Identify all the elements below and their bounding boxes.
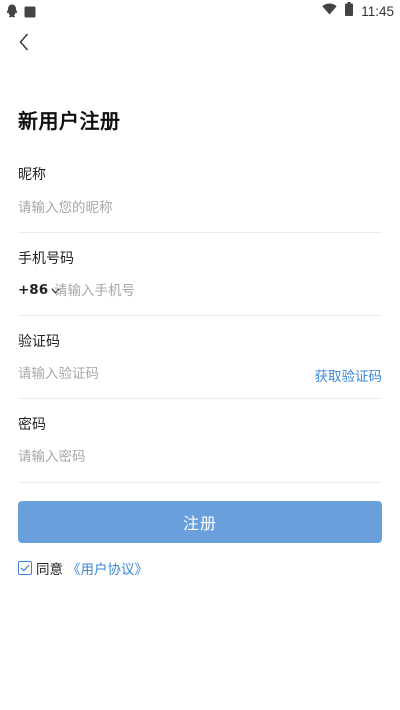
agreement-checkbox[interactable] bbox=[18, 561, 32, 575]
status-right: 11:45 bbox=[322, 2, 394, 20]
back-button[interactable] bbox=[14, 33, 34, 55]
divider bbox=[18, 315, 382, 316]
divider bbox=[18, 482, 382, 483]
password-input[interactable] bbox=[18, 444, 382, 470]
status-left bbox=[6, 3, 36, 22]
battery-icon bbox=[345, 2, 354, 20]
nickname-input[interactable] bbox=[18, 195, 382, 221]
agreement-row: 同意 《用户协议》 bbox=[18, 558, 148, 578]
agreement-prefix: 同意 bbox=[36, 562, 63, 578]
code-label: 验证码 bbox=[18, 334, 60, 350]
code-input[interactable] bbox=[18, 361, 308, 387]
phone-input[interactable] bbox=[54, 278, 382, 304]
status-bar: 11:45 bbox=[0, 0, 400, 22]
status-time: 11:45 bbox=[361, 3, 394, 19]
divider bbox=[18, 232, 382, 233]
nickname-label: 昵称 bbox=[18, 167, 46, 183]
country-code-value: +86 bbox=[18, 282, 49, 298]
chevron-left-icon bbox=[19, 33, 29, 55]
register-button[interactable]: 注册 bbox=[18, 501, 382, 543]
qq-icon bbox=[6, 3, 18, 22]
user-agreement-link[interactable]: 《用户协议》 bbox=[67, 558, 148, 578]
notification-icon bbox=[24, 3, 36, 22]
get-code-button[interactable]: 获取验证码 bbox=[315, 365, 383, 385]
password-label: 密码 bbox=[18, 417, 46, 433]
divider bbox=[18, 398, 382, 399]
check-icon bbox=[20, 564, 30, 572]
phone-label: 手机号码 bbox=[18, 251, 74, 267]
page-title: 新用户注册 bbox=[18, 109, 121, 133]
wifi-icon bbox=[322, 3, 337, 19]
